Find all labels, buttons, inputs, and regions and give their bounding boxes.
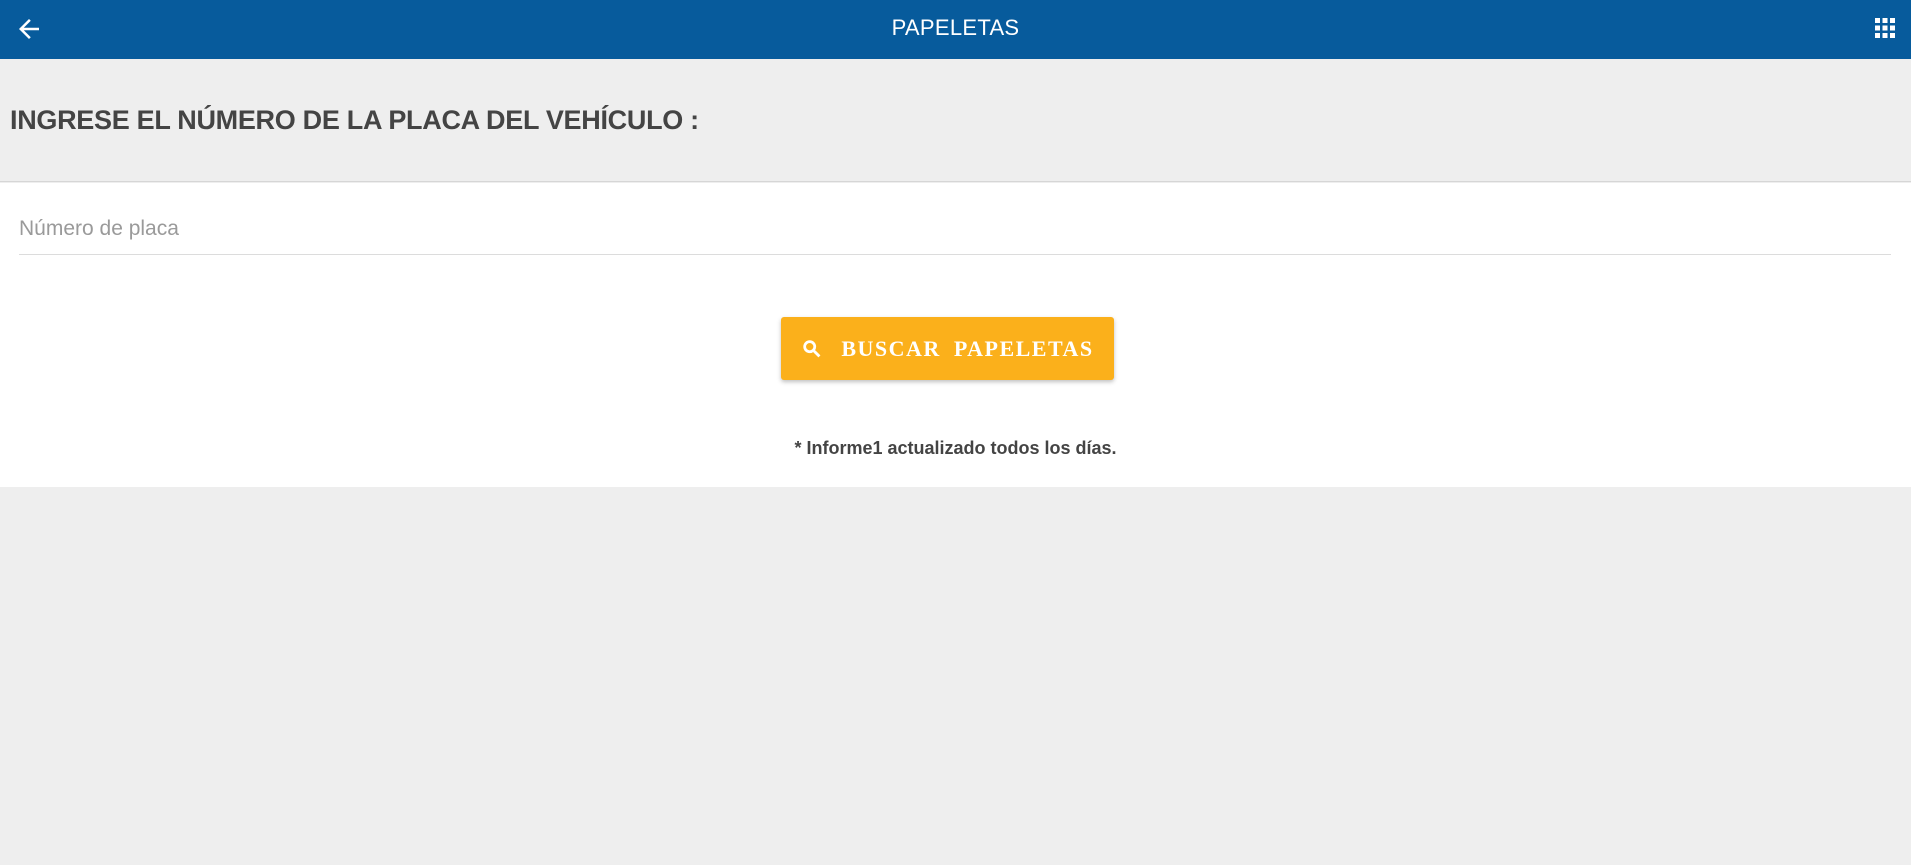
prompt-section: INGRESE EL NÚMERO DE LA PLACA DEL VEHÍCU… (0, 59, 1911, 182)
app-header: PAPELETAS (0, 0, 1911, 59)
plate-number-input[interactable] (19, 203, 1891, 255)
search-papeletas-button[interactable]: BUSCAR PAPELETAS (781, 317, 1114, 380)
search-button-label: BUSCAR PAPELETAS (841, 335, 1094, 361)
grid-apps-icon (1875, 18, 1895, 38)
apps-menu-button[interactable] (1873, 16, 1897, 40)
update-note: * Informe1 actualizado todos los días. (794, 438, 1117, 458)
search-icon (801, 338, 823, 360)
search-form: BUSCAR PAPELETAS * Informe1 actualizado … (0, 183, 1911, 487)
plate-prompt-heading: INGRESE EL NÚMERO DE LA PLACA DEL VEHÍCU… (10, 105, 699, 135)
page-title: PAPELETAS (891, 15, 1020, 40)
